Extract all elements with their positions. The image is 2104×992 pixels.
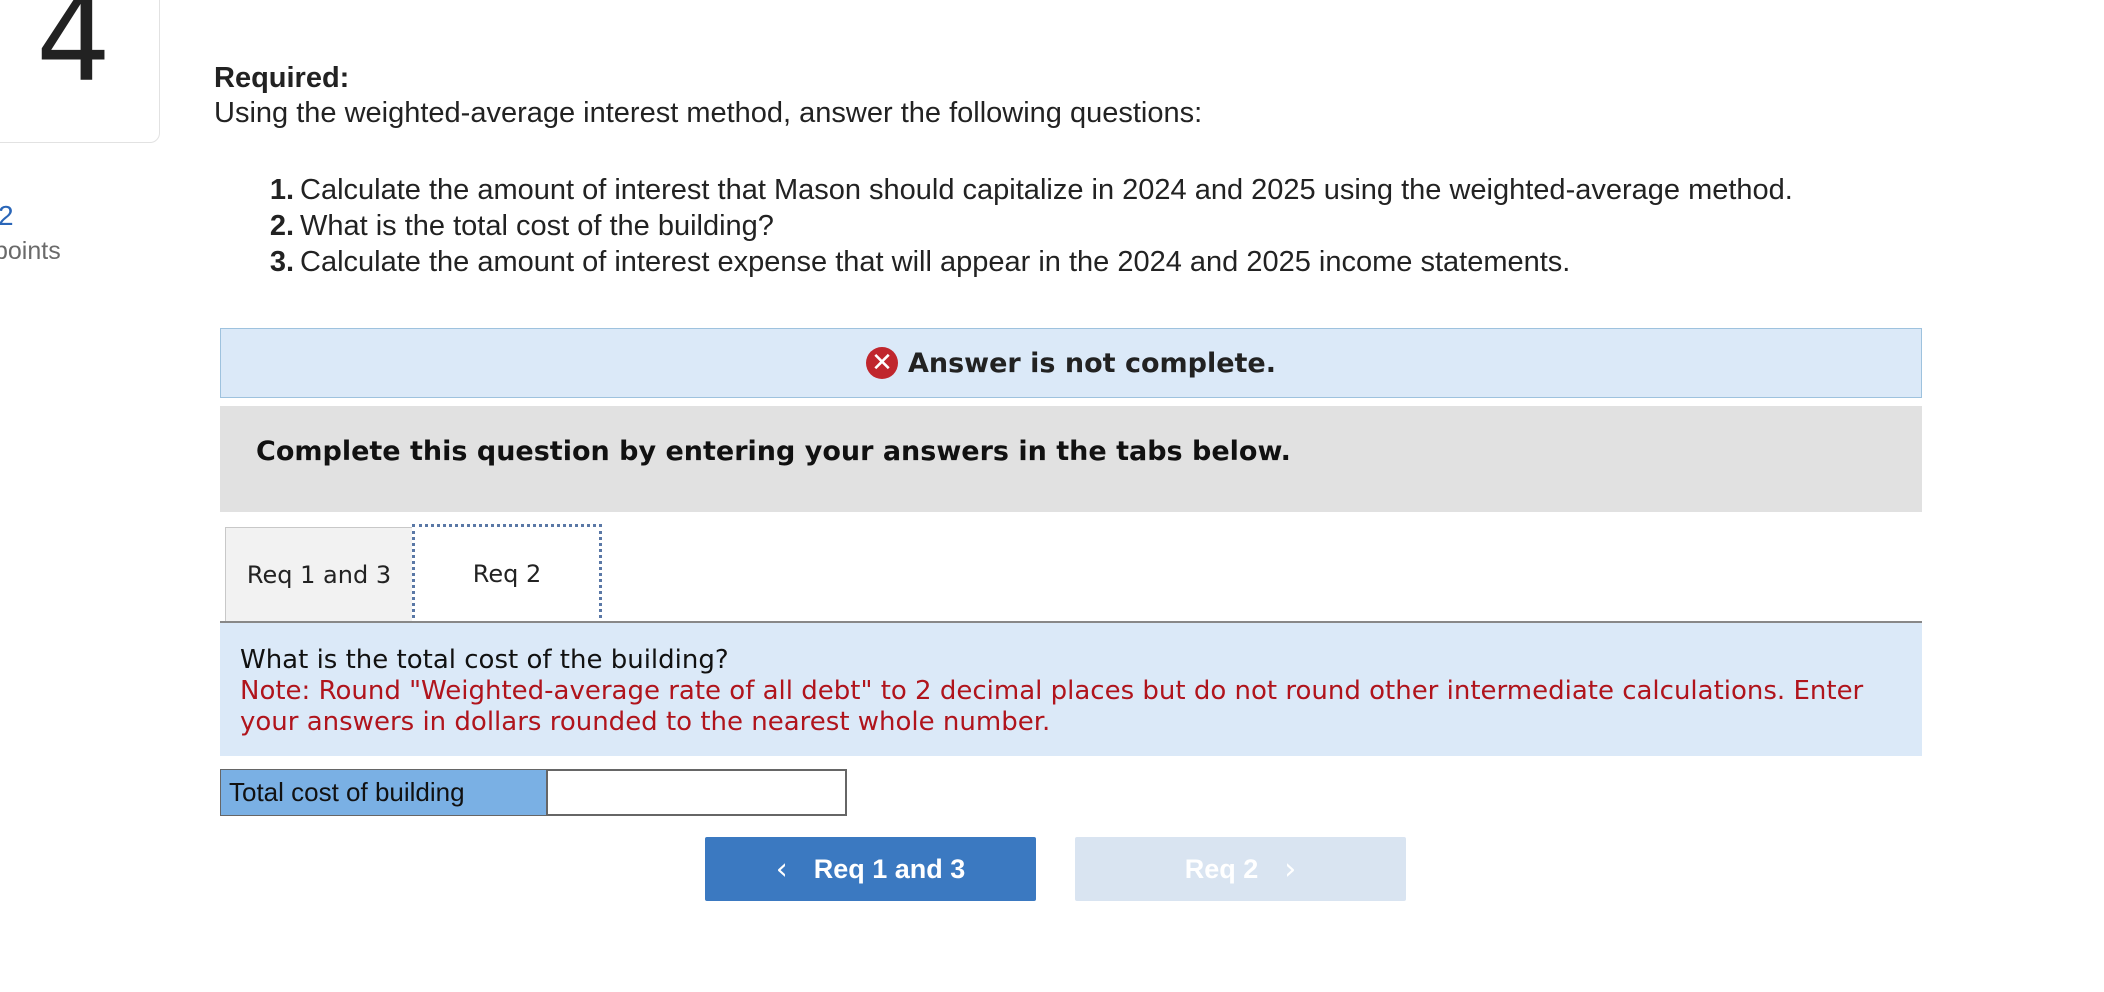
total-cost-label: Total cost of building — [220, 769, 547, 816]
requirement-item: 2. What is the total cost of the building… — [258, 208, 1793, 244]
next-tab-button[interactable]: Req 2 › — [1075, 837, 1406, 901]
requirement-text: Calculate the amount of interest that Ma… — [300, 174, 1793, 206]
question-note: Note: Round "Weighted-average rate of al… — [240, 676, 1864, 737]
answer-status-banner: ✕ Answer is not complete. — [220, 328, 1922, 398]
question-panel: What is the total cost of the building? … — [220, 623, 1922, 756]
instructions-text: Using the weighted-average interest meth… — [214, 97, 1203, 129]
question-number: 4 — [36, 0, 112, 108]
total-cost-input[interactable] — [547, 769, 847, 816]
prev-tab-button[interactable]: ‹ Req 1 and 3 — [705, 837, 1036, 901]
next-tab-label: Req 2 — [1184, 853, 1259, 884]
answer-status-text: Answer is not complete. — [907, 347, 1277, 379]
required-label: Required: — [214, 62, 350, 94]
x-circle-icon: ✕ — [865, 347, 898, 379]
tab-req-2[interactable]: Req 2 — [412, 524, 602, 624]
prev-tab-label: Req 1 and 3 — [813, 853, 966, 884]
question-text: What is the total cost of the building? — [240, 645, 729, 675]
instruction-box: Complete this question by entering your … — [220, 406, 1922, 512]
chevron-left-icon: ‹ — [775, 851, 788, 887]
points-label: points — [0, 237, 61, 265]
points-value: 2 — [0, 200, 14, 231]
requirements-list: 1. Calculate the amount of interest that … — [258, 172, 1793, 280]
tab-req-1-and-3[interactable]: Req 1 and 3 — [225, 527, 413, 621]
requirement-number: 2. — [269, 210, 294, 242]
requirement-item: 1. Calculate the amount of interest that … — [258, 172, 1793, 208]
instruction-box-text: Complete this question by entering your … — [256, 436, 1291, 467]
chevron-right-icon: › — [1284, 851, 1297, 887]
requirement-text: Calculate the amount of interest expense… — [300, 246, 1571, 278]
requirement-text: What is the total cost of the building? — [300, 210, 774, 242]
requirement-number: 1. — [269, 174, 294, 206]
requirement-item: 3. Calculate the amount of interest expen… — [258, 244, 1793, 280]
requirement-number: 3. — [269, 246, 294, 278]
